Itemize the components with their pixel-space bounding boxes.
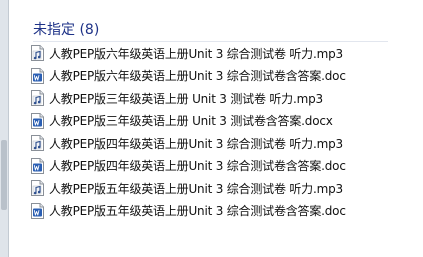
mp3-file-icon: [30, 45, 45, 61]
scrollbar-thumb[interactable]: [1, 140, 7, 210]
file-item[interactable]: 人教PEP版六年级英语上册Unit 3 综合测试卷含答案.doc: [30, 65, 418, 88]
mp3-file-icon: [30, 90, 45, 106]
file-name: 人教PEP版五年级英语上册Unit 3 综合测试卷 听力.mp3: [49, 181, 343, 196]
group-title: 未指定 (8): [33, 22, 100, 38]
mp3-file-icon: [30, 180, 45, 196]
doc-file-icon: [30, 68, 45, 84]
file-name: 人教PEP版六年级英语上册Unit 3 综合测试卷含答案.doc: [49, 69, 346, 84]
doc-file-icon: [30, 113, 45, 129]
file-item[interactable]: 人教PEP版三年级英语上册 Unit 3 测试卷 听力.mp3: [30, 87, 418, 110]
file-item[interactable]: 人教PEP版五年级英语上册Unit 3 综合测试卷含答案.doc: [30, 200, 418, 223]
group-header[interactable]: 未指定 (8): [33, 16, 388, 42]
file-name: 人教PEP版三年级英语上册 Unit 3 测试卷 听力.mp3: [49, 91, 323, 106]
doc-file-icon: [30, 158, 45, 174]
doc-file-icon: [30, 203, 45, 219]
file-name: 人教PEP版三年级英语上册 Unit 3 测试卷含答案.docx: [49, 114, 333, 129]
file-name: 人教PEP版四年级英语上册Unit 3 综合测试卷 听力.mp3: [49, 136, 343, 151]
file-item[interactable]: 人教PEP版三年级英语上册 Unit 3 测试卷含答案.docx: [30, 110, 418, 133]
file-item[interactable]: 人教PEP版四年级英语上册Unit 3 综合测试卷 听力.mp3: [30, 132, 418, 155]
left-panel-scrollbar[interactable]: [0, 0, 9, 257]
file-name: 人教PEP版五年级英语上册Unit 3 综合测试卷含答案.doc: [49, 204, 346, 219]
file-item[interactable]: 人教PEP版五年级英语上册Unit 3 综合测试卷 听力.mp3: [30, 177, 418, 200]
file-item[interactable]: 人教PEP版六年级英语上册Unit 3 综合测试卷 听力.mp3: [30, 42, 418, 65]
file-list: 人教PEP版六年级英语上册Unit 3 综合测试卷 听力.mp3 人教PEP版六…: [30, 42, 418, 222]
file-item[interactable]: 人教PEP版四年级英语上册Unit 3 综合测试卷含答案.doc: [30, 155, 418, 178]
mp3-file-icon: [30, 135, 45, 151]
file-name: 人教PEP版四年级英语上册Unit 3 综合测试卷含答案.doc: [49, 159, 346, 174]
file-name: 人教PEP版六年级英语上册Unit 3 综合测试卷 听力.mp3: [49, 46, 343, 61]
